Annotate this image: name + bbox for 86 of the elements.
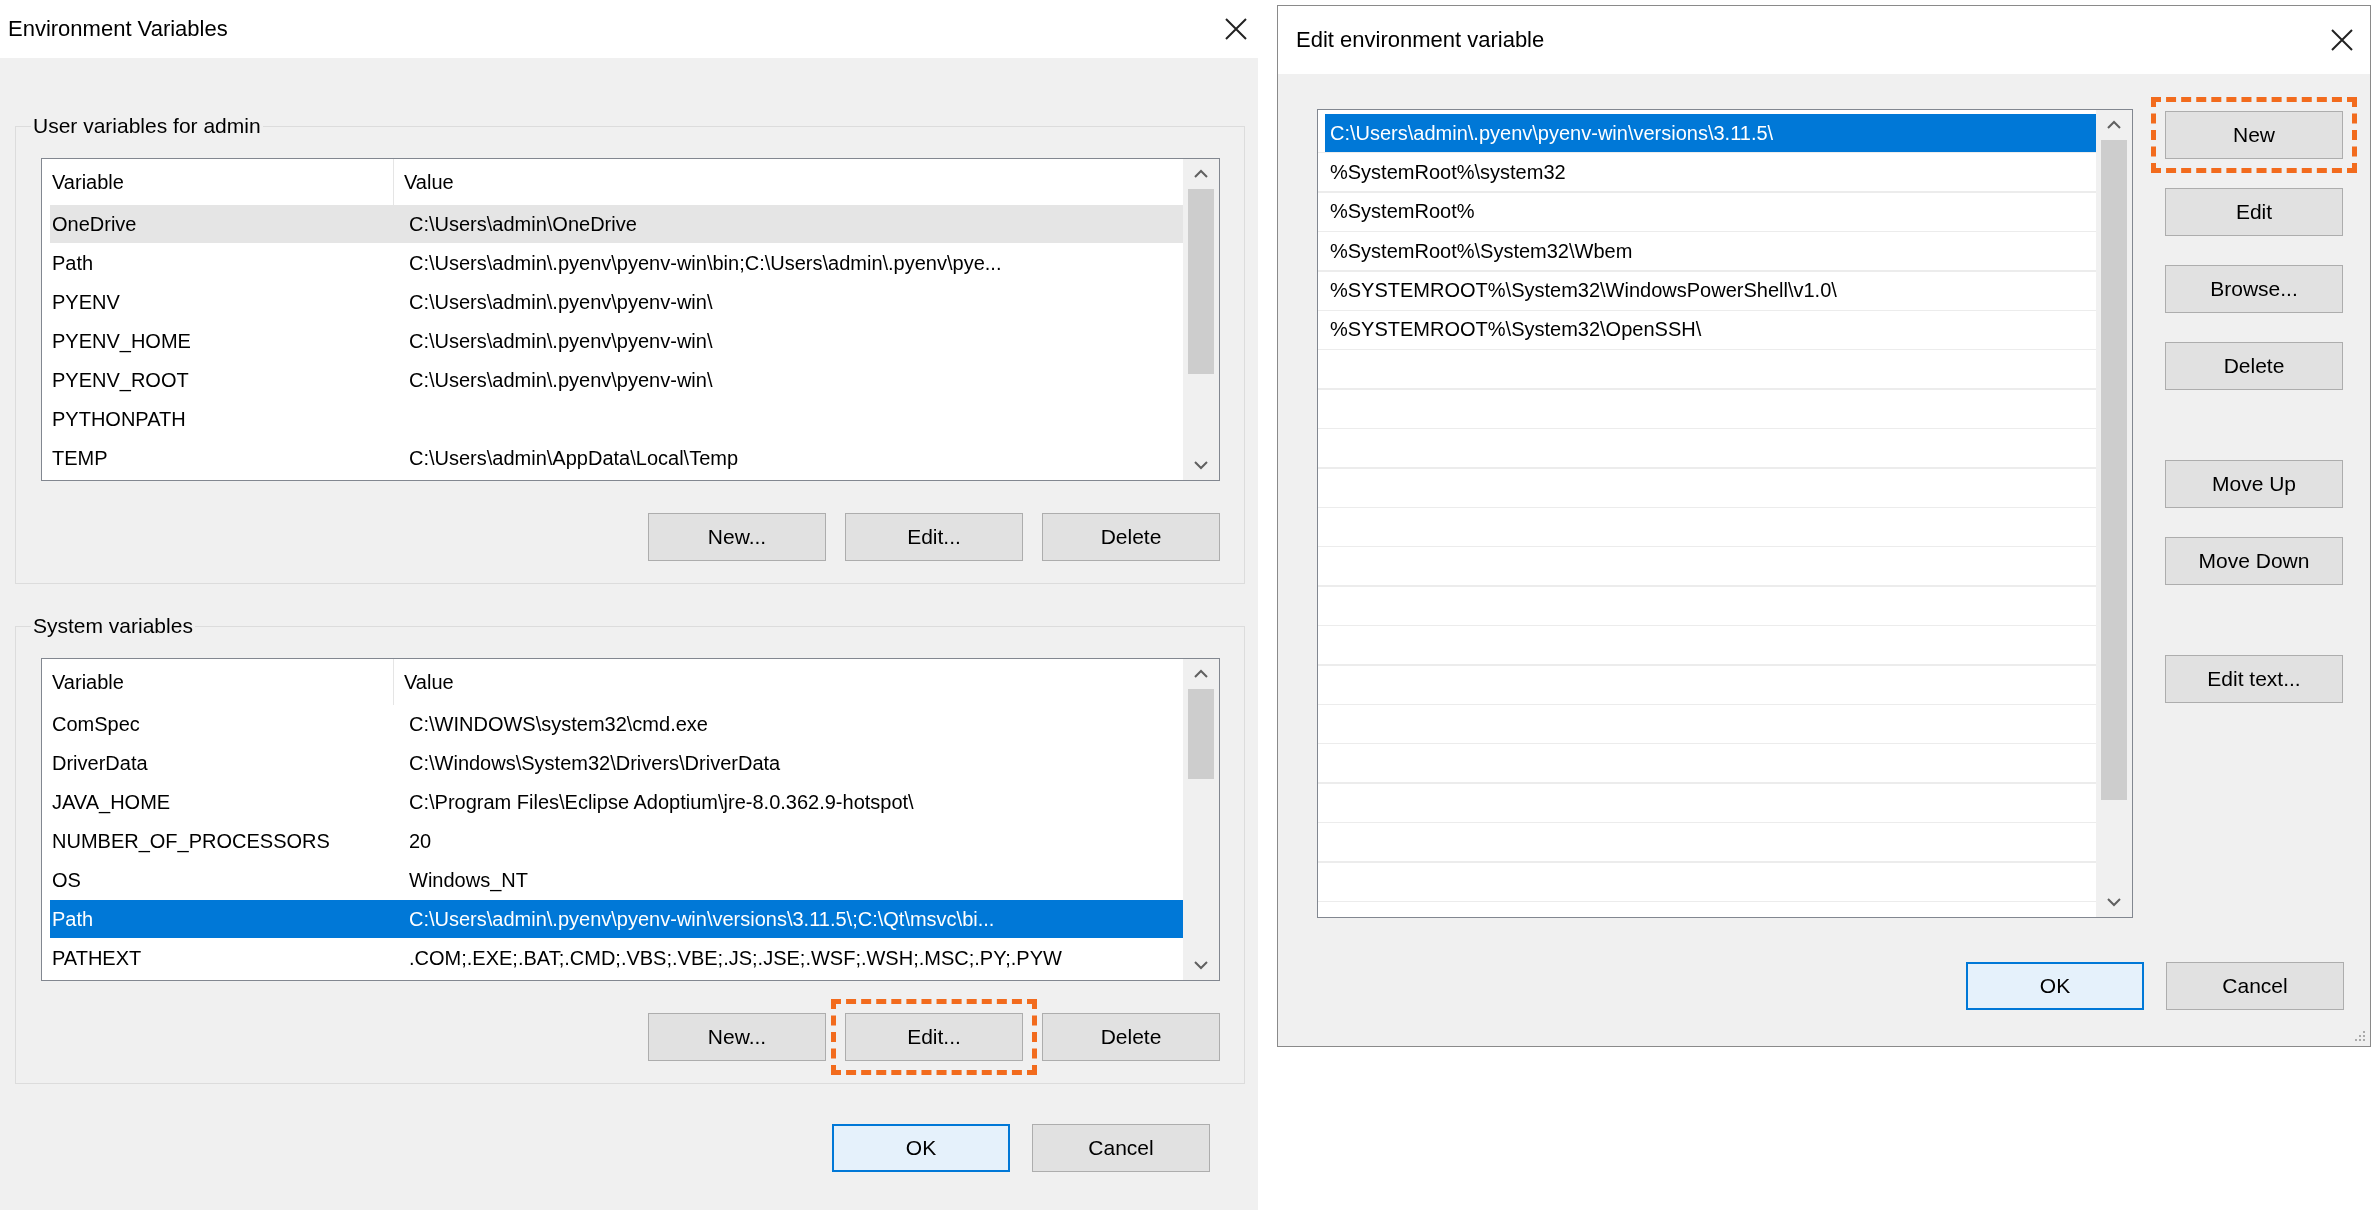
scroll-up-icon[interactable] (1193, 669, 1209, 679)
variable-name: Path (51, 907, 95, 931)
scroll-down-icon[interactable] (1193, 460, 1209, 470)
list-item[interactable]: %SystemRoot%\System32\Wbem (1325, 232, 2096, 271)
variable-name: PYENV_ROOT (51, 368, 190, 392)
column-header[interactable]: Variable (42, 659, 394, 705)
scroll-thumb[interactable] (1188, 189, 1214, 374)
variable-value: C:\Program Files\Eclipse Adoptium\jre-8.0.362.9-hotspot\ (408, 790, 914, 814)
scroll-up-icon[interactable] (2106, 120, 2122, 130)
button[interactable]: New (2165, 111, 2343, 159)
table-row[interactable]: PYENV_HOME C:\Users\admin\.pyenv\pyenv-win\ (50, 322, 1183, 360)
variable-value: C:\Users\admin\.pyenv\pyenv-win\bin;C:\Users\admin\.pyenv\pye... (408, 251, 1002, 275)
list-item[interactable]: %SystemRoot%\system32 (1325, 153, 2096, 192)
variable-value: .COM;.EXE;.BAT;.CMD;.VBS;.VBE;.JS;.JSE;.WSF;.WSH;.MSC;.PY;.PYW (408, 946, 1062, 970)
close-icon[interactable] (1224, 17, 1248, 41)
variable-name: PATHEXT (51, 946, 143, 970)
scroll-thumb[interactable] (1188, 689, 1214, 779)
button[interactable]: Edit (2165, 188, 2343, 236)
variable-name: PYENV (51, 290, 121, 314)
table-row[interactable]: DriverData C:\Windows\System32\Drivers\DriverData (50, 744, 1183, 782)
variable-value: C:\Users\admin\.pyenv\pyenv-win\ (408, 368, 713, 392)
scrollbar[interactable] (1183, 659, 1219, 980)
button[interactable]: New... (648, 513, 826, 561)
variable-name: TEMP (51, 446, 109, 470)
variable-name: Path (51, 251, 95, 275)
table-row[interactable]: TEMP C:\Users\admin\AppData\Local\Temp (50, 439, 1183, 477)
variable-name: OneDrive (51, 212, 138, 236)
button[interactable]: Edit... (845, 1013, 1023, 1061)
table-row[interactable]: Path C:\Users\admin\.pyenv\pyenv-win\versions\3.11.5\;C:\Qt\msvc\bi... (50, 900, 1183, 938)
table-row[interactable]: ComSpec C:\WINDOWS\system32\cmd.exe (50, 705, 1183, 743)
list-item[interactable]: %SystemRoot% (1325, 192, 2096, 231)
column-header[interactable]: Value (394, 159, 454, 205)
variable-name: DriverData (51, 751, 149, 775)
list-item[interactable]: C:\Users\admin\.pyenv\pyenv-win\versions\3.11.5\ (1325, 114, 2096, 152)
scrollbar[interactable] (2096, 110, 2132, 917)
variable-value: C:\Users\admin\.pyenv\pyenv-win\ (408, 329, 713, 353)
variable-name: PYENV_HOME (51, 329, 192, 353)
variable-name: OS (51, 868, 82, 892)
variable-value: C:\Users\admin\.pyenv\pyenv-win\versions\3.11.5\;C:\Qt\msvc\bi... (408, 907, 995, 931)
table-row[interactable]: OneDrive C:\Users\admin\OneDrive (50, 205, 1183, 243)
scroll-down-icon[interactable] (1193, 960, 1209, 970)
button[interactable]: Edit text... (2165, 655, 2343, 703)
button[interactable]: Move Down (2165, 537, 2343, 585)
button[interactable]: Delete (1042, 513, 1220, 561)
group-label: User variables for admin (32, 114, 262, 138)
button[interactable]: Edit... (845, 513, 1023, 561)
variable-value: C:\Users\admin\AppData\Local\Temp (408, 446, 739, 470)
variable-value: C:\Windows\System32\Drivers\DriverData (408, 751, 781, 775)
table-row[interactable]: PATHEXT .COM;.EXE;.BAT;.CMD;.VBS;.VBE;.JS;.JSE;.WSF;.WSH;.MSC;.PY;.PYW (50, 939, 1183, 977)
scroll-thumb[interactable] (2101, 140, 2127, 800)
button[interactable]: Cancel (2166, 962, 2344, 1010)
button[interactable]: Delete (1042, 1013, 1220, 1061)
button[interactable]: Cancel (1032, 1124, 1210, 1172)
scrollbar[interactable] (1183, 159, 1219, 480)
table-row[interactable]: PYENV C:\Users\admin\.pyenv\pyenv-win\ (50, 283, 1183, 321)
window-title: Environment Variables (8, 16, 228, 42)
button[interactable]: Browse... (2165, 265, 2343, 313)
variable-name: ComSpec (51, 712, 141, 736)
button[interactable]: Delete (2165, 342, 2343, 390)
variable-value: C:\Users\admin\OneDrive (408, 212, 637, 236)
button[interactable]: New... (648, 1013, 826, 1061)
table-row[interactable]: JAVA_HOME C:\Program Files\Eclipse Adoptium\jre-8.0.362.9-hotspot\ (50, 783, 1183, 821)
group-label: System variables (32, 614, 194, 638)
table-row[interactable]: PYENV_ROOT C:\Users\admin\.pyenv\pyenv-win\ (50, 361, 1183, 399)
close-icon[interactable] (2330, 28, 2354, 52)
scroll-up-icon[interactable] (1193, 169, 1209, 179)
scroll-down-icon[interactable] (2106, 897, 2122, 907)
variable-value: 20 (408, 829, 432, 853)
variable-value: C:\WINDOWS\system32\cmd.exe (408, 712, 708, 736)
button[interactable]: Move Up (2165, 460, 2343, 508)
table-row[interactable]: Path C:\Users\admin\.pyenv\pyenv-win\bin;C:\Users\admin\.pyenv\pye... (50, 244, 1183, 282)
button[interactable]: OK (1966, 962, 2144, 1010)
button[interactable]: OK (832, 1124, 1010, 1172)
table-row[interactable]: NUMBER_OF_PROCESSORS 20 (50, 822, 1183, 860)
column-header[interactable]: Value (394, 659, 454, 705)
variable-name: NUMBER_OF_PROCESSORS (51, 829, 331, 853)
list-item[interactable]: %SYSTEMROOT%\System32\OpenSSH\ (1325, 310, 2096, 349)
variable-value: C:\Users\admin\.pyenv\pyenv-win\ (408, 290, 713, 314)
variable-name: JAVA_HOME (51, 790, 172, 814)
table-row[interactable]: PYTHONPATH (50, 400, 1183, 438)
window-title: Edit environment variable (1296, 27, 1545, 53)
table-row[interactable]: OS Windows_NT (50, 861, 1183, 899)
resize-grip-icon[interactable] (2352, 1028, 2366, 1042)
variable-value: Windows_NT (408, 868, 528, 892)
list-item[interactable]: %SYSTEMROOT%\System32\WindowsPowerShell\v1.0\ (1325, 271, 2096, 310)
variable-name: PYTHONPATH (51, 407, 187, 431)
